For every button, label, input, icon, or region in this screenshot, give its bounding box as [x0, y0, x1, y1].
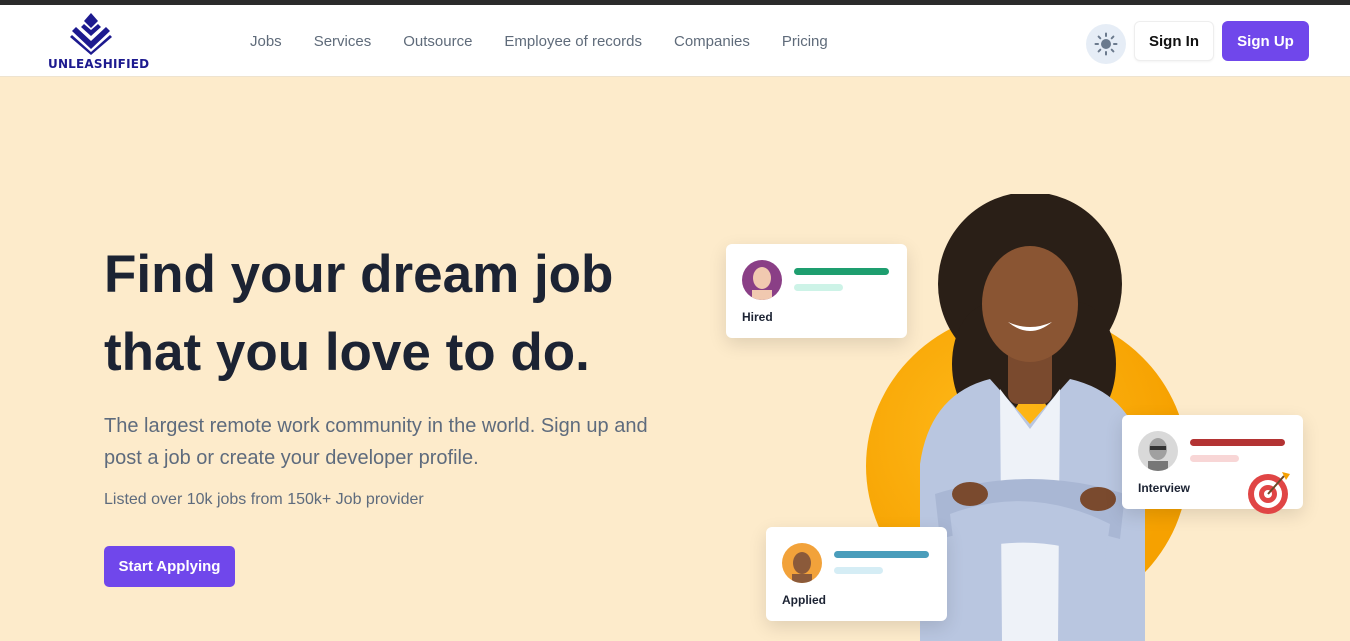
- status-card-hired: Hired: [726, 244, 907, 338]
- theme-toggle-button[interactable]: [1086, 24, 1126, 64]
- hero-subtitle: The largest remote work community in the…: [104, 415, 648, 469]
- nav-link-companies[interactable]: Companies: [674, 33, 750, 50]
- status-bar-primary: [834, 551, 929, 558]
- status-bar-primary: [794, 268, 889, 275]
- status-label: Interview: [1138, 481, 1191, 495]
- nav-link-jobs[interactable]: Jobs: [250, 33, 282, 50]
- avatar: [782, 543, 822, 583]
- status-bar-secondary: [794, 284, 843, 291]
- status-bar-secondary: [834, 567, 883, 574]
- hero-stat-text: Listed over 10k jobs from 150k+ Job prov…: [104, 491, 424, 508]
- nav-link-services[interactable]: Services: [314, 33, 372, 50]
- hero-illustration: Hired Interview Applied: [700, 180, 1350, 641]
- hero-title: Find your dream job that you love to do.: [104, 236, 724, 392]
- target-icon: [1248, 472, 1290, 514]
- status-card-applied: Applied: [766, 527, 947, 621]
- hero-title-line-2: that you love to do.: [104, 323, 590, 382]
- sun-icon: [1094, 32, 1118, 56]
- top-navbar: UNLEASHIFIED Jobs Services Outsource Emp…: [0, 5, 1350, 77]
- brand-name: UNLEASHIFIED: [48, 57, 150, 71]
- status-label: Hired: [742, 310, 773, 324]
- avatar: [1138, 431, 1178, 471]
- main-nav: Jobs Services Outsource Employee of reco…: [234, 5, 844, 77]
- status-bar-secondary: [1190, 455, 1239, 462]
- nav-link-outsource[interactable]: Outsource: [403, 33, 472, 50]
- status-label: Applied: [782, 593, 826, 607]
- avatar: [742, 260, 782, 300]
- nav-link-employee-of-records[interactable]: Employee of records: [504, 33, 642, 50]
- nav-link-pricing[interactable]: Pricing: [782, 33, 828, 50]
- sign-in-button[interactable]: Sign In: [1134, 21, 1214, 61]
- sign-up-button[interactable]: Sign Up: [1222, 21, 1309, 61]
- status-bar-primary: [1190, 439, 1285, 446]
- start-applying-button[interactable]: Start Applying: [104, 546, 235, 587]
- logo-icon: [70, 13, 112, 55]
- brand-logo[interactable]: UNLEASHIFIED: [46, 13, 149, 71]
- hero-title-line-1: Find your dream job: [104, 245, 614, 304]
